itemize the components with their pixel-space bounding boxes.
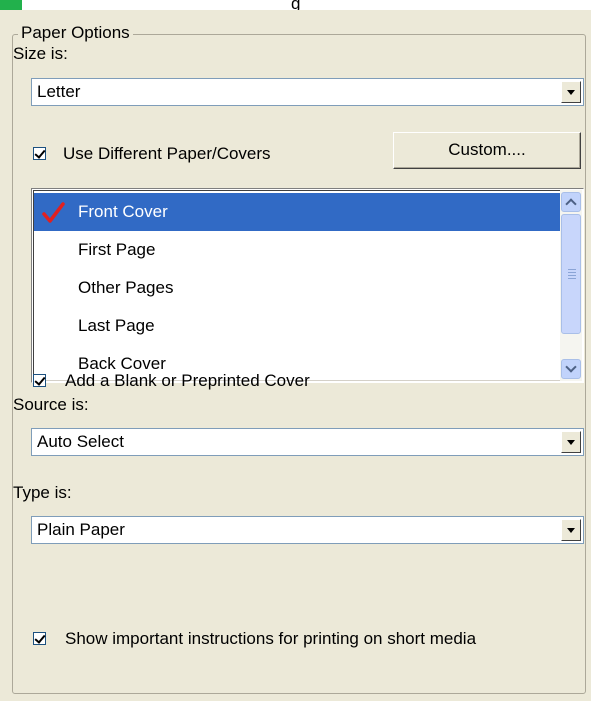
list-item-last-page[interactable]: Last Page [34, 307, 560, 345]
pages-list[interactable]: Front Cover First Page Other Pages Last … [31, 188, 584, 383]
size-label: Size is: [13, 44, 68, 63]
short-media-checkbox[interactable] [33, 632, 46, 645]
chevron-down-icon[interactable] [561, 359, 581, 379]
checkmark-icon [42, 202, 65, 223]
list-item-label: Other Pages [78, 278, 174, 297]
grip-line [568, 272, 576, 273]
add-blank-checkbox[interactable] [33, 374, 46, 387]
chevron-down-icon[interactable] [561, 431, 581, 453]
list-item-label: Last Page [78, 316, 155, 335]
list-scrollbar[interactable] [560, 190, 582, 381]
scroll-thumb[interactable] [561, 214, 581, 334]
paper-options-panel: Paper Options Size is: Letter Use Differ… [0, 10, 591, 701]
chevron-up-icon[interactable] [561, 192, 581, 212]
list-item-first-page[interactable]: First Page [34, 231, 560, 269]
grip-line [568, 278, 576, 279]
group-title: Paper Options [18, 23, 133, 43]
list-item-label: First Page [78, 240, 156, 259]
chevron-down-icon[interactable] [561, 81, 581, 103]
chevron-down-icon[interactable] [561, 519, 581, 541]
size-value: Letter [37, 82, 81, 101]
type-value: Plain Paper [37, 520, 125, 539]
type-dropdown[interactable]: Plain Paper [31, 516, 584, 544]
use-different-label: Use Different Paper/Covers [63, 144, 271, 163]
grip-line [568, 269, 576, 270]
use-different-checkbox[interactable] [33, 147, 46, 160]
add-blank-label: Add a Blank or Preprinted Cover [65, 371, 310, 390]
list-item-front-cover[interactable]: Front Cover [34, 193, 560, 231]
short-media-label: Show important instructions for printing… [65, 629, 477, 648]
type-label: Type is: [13, 483, 72, 502]
source-value: Auto Select [37, 432, 124, 451]
grip-line [568, 275, 576, 276]
source-dropdown[interactable]: Auto Select [31, 428, 584, 456]
size-dropdown[interactable]: Letter [31, 78, 584, 106]
green-marker [0, 0, 22, 10]
custom-button[interactable]: Custom.... [393, 132, 581, 169]
source-label: Source is: [13, 395, 89, 414]
list-item-other-pages[interactable]: Other Pages [34, 269, 560, 307]
list-item-label: Front Cover [78, 202, 168, 221]
